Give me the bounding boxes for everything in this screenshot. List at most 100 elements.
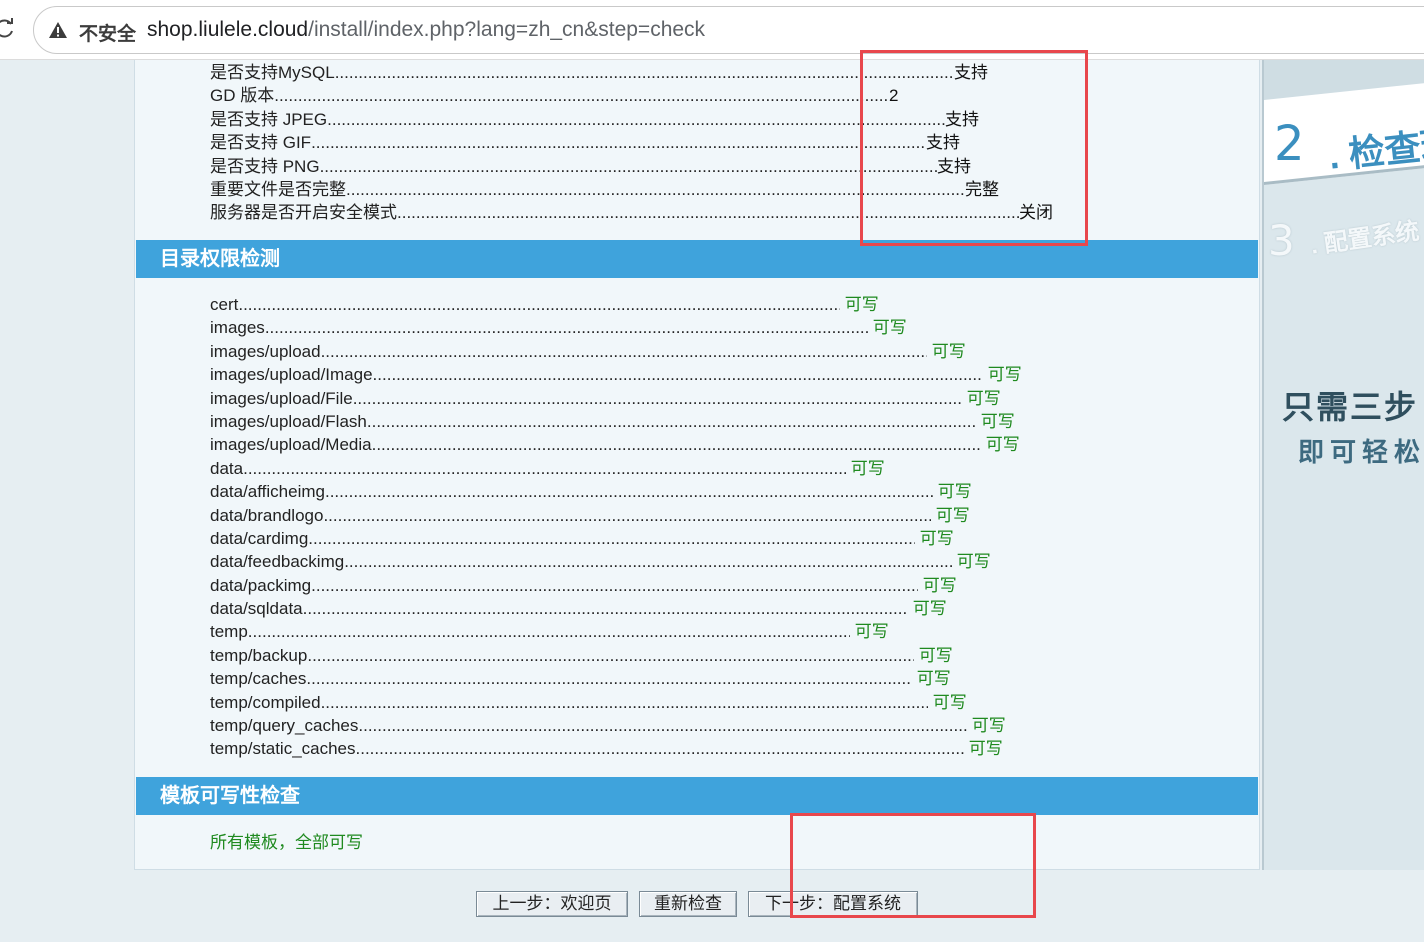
dir-status: 可写 — [908, 599, 947, 619]
dir-status: 可写 — [976, 411, 1015, 431]
leader-dots: ........................................… — [371, 435, 981, 455]
dir-permission-row: temp/static_caches......................… — [210, 737, 1022, 760]
template-check-result: 所有模板，全部可写 — [210, 833, 363, 852]
dir-status: 可写 — [868, 318, 907, 338]
dir-status: 可写 — [964, 739, 1003, 759]
dir-path: temp/query_caches — [210, 716, 359, 736]
dir-status: 可写 — [933, 482, 972, 502]
steps-sidebar: 2 . 检查环 3 . 配置系统 只需三步 即可轻松 — [1262, 60, 1424, 870]
dir-permission-row: cert....................................… — [210, 293, 1022, 316]
security-label[interactable]: 不安全 — [79, 19, 136, 46]
env-check-label: 是否支持 PNG — [210, 156, 320, 176]
dir-status: 可写 — [927, 341, 966, 361]
leader-dots: ........................................… — [243, 458, 846, 478]
annotation-box-env — [860, 50, 1088, 246]
dir-path: data — [210, 458, 244, 478]
dir-status: 可写 — [912, 669, 951, 689]
url-path: /install/index.php?lang=zh_cn&step=check — [308, 18, 706, 41]
step2-number: 2 — [1274, 116, 1305, 172]
dir-path: data/feedbackimg — [210, 552, 345, 572]
dir-status: 可写 — [928, 692, 967, 712]
dir-path: data/afficheimg — [210, 482, 325, 502]
dir-status: 可写 — [983, 365, 1022, 385]
env-check-label: GD 版本 — [210, 86, 275, 106]
leader-dots: ........................................… — [324, 482, 933, 502]
dir-path: data/cardimg — [210, 528, 309, 548]
leader-dots: ........................................… — [307, 645, 914, 665]
leader-dots: ........................................… — [355, 739, 964, 759]
dir-status: 可写 — [846, 458, 885, 478]
dir-path: temp/backup — [210, 645, 308, 665]
dir-path: temp/caches — [210, 669, 307, 689]
address-bar[interactable]: 不安全 shop.liulele.cloud/install/index.php… — [33, 6, 1424, 54]
dir-path: cert — [210, 295, 239, 314]
dir-status: 可写 — [918, 575, 957, 595]
dir-status: 可写 — [952, 552, 991, 572]
dir-permission-row: data/brandlogo..........................… — [210, 504, 1022, 527]
browser-toolbar: 不安全 shop.liulele.cloud/install/index.php… — [0, 0, 1424, 60]
leader-dots: ........................................… — [311, 133, 926, 153]
env-check-label: 是否支持 JPEG — [210, 109, 328, 129]
dir-permission-row: temp....................................… — [210, 620, 1022, 643]
leader-dots: ........................................… — [320, 692, 928, 712]
slogan-main: 只需三步 — [1282, 389, 1419, 425]
env-check-label: 服务器是否开启安全模式 — [210, 203, 397, 223]
dir-permission-row: data/afficheimg.........................… — [210, 480, 1022, 503]
install-panel: 是否支持MySQL...............................… — [134, 60, 1260, 870]
dir-permission-row: images/upload/File......................… — [210, 387, 1022, 410]
leader-dots: ........................................… — [274, 86, 889, 106]
leader-dots: ........................................… — [344, 552, 952, 572]
dir-status: 可写 — [915, 528, 954, 548]
dir-permission-row: images/upload/Flash.....................… — [210, 410, 1022, 433]
dir-permission-row: images/upload/Media.....................… — [210, 433, 1022, 456]
recheck-button[interactable]: 重新检查 — [639, 891, 737, 917]
dir-permission-row: data/sqldata............................… — [210, 597, 1022, 620]
dir-path: temp/compiled — [210, 692, 321, 712]
dir-permission-list: cert....................................… — [210, 293, 1022, 761]
dir-permission-row: data/feedbackimg........................… — [210, 550, 1022, 573]
dir-permission-header: 目录权限检测 — [136, 240, 1258, 278]
step3-label: . 配置系统 — [1308, 217, 1422, 260]
dir-path: temp/static_caches — [210, 739, 356, 759]
dir-permission-row: images/upload...........................… — [210, 340, 1022, 363]
dir-status: 可写 — [850, 622, 889, 642]
leader-dots: ........................................… — [352, 388, 962, 408]
dir-status: 可写 — [840, 295, 879, 314]
dir-path: images/upload — [210, 341, 321, 361]
dir-permission-row: temp/compiled...........................… — [210, 691, 1022, 714]
leader-dots: ........................................… — [366, 411, 976, 431]
leader-dots: ........................................… — [320, 341, 927, 361]
dir-path: data/sqldata — [210, 599, 303, 619]
dir-path: temp — [210, 622, 248, 642]
leader-dots: ........................................… — [311, 575, 918, 595]
warning-icon[interactable] — [48, 21, 68, 39]
dir-status: 可写 — [914, 645, 953, 665]
leader-dots: ........................................… — [238, 295, 840, 314]
leader-dots: ........................................… — [308, 528, 915, 548]
leader-dots: ........................................… — [372, 365, 983, 385]
prev-step-button[interactable]: 上一步：欢迎页 — [476, 891, 628, 917]
leader-dots: ........................................… — [358, 716, 967, 736]
leader-dots: ........................................… — [264, 318, 868, 338]
url-text[interactable]: shop.liulele.cloud/install/index.php?lan… — [147, 18, 705, 42]
dir-path: images/upload/Flash — [210, 411, 367, 431]
dir-permission-row: data....................................… — [210, 457, 1022, 480]
reload-icon[interactable] — [0, 17, 16, 39]
dir-path: images/upload/Image — [210, 365, 373, 385]
dir-status: 可写 — [962, 388, 1001, 408]
dir-permission-row: images..................................… — [210, 316, 1022, 339]
url-host: shop.liulele.cloud — [147, 18, 309, 41]
leader-dots: ........................................… — [327, 109, 945, 129]
leader-dots: ........................................… — [306, 669, 912, 689]
env-check-label: 是否支持 GIF — [210, 133, 312, 153]
dir-permission-row: temp/query_caches.......................… — [210, 714, 1022, 737]
dir-permission-row: temp/backup.............................… — [210, 644, 1022, 667]
leader-dots: ........................................… — [323, 505, 931, 525]
dir-permission-row: data/packimg............................… — [210, 574, 1022, 597]
annotation-box-next — [790, 813, 1036, 918]
dir-path: images/upload/File — [210, 388, 353, 408]
template-check-header: 模板可写性检查 — [136, 777, 1258, 815]
step3-number: 3 — [1268, 216, 1295, 265]
dir-permission-row: images/upload/Image.....................… — [210, 363, 1022, 386]
leader-dots: ........................................… — [247, 622, 850, 642]
